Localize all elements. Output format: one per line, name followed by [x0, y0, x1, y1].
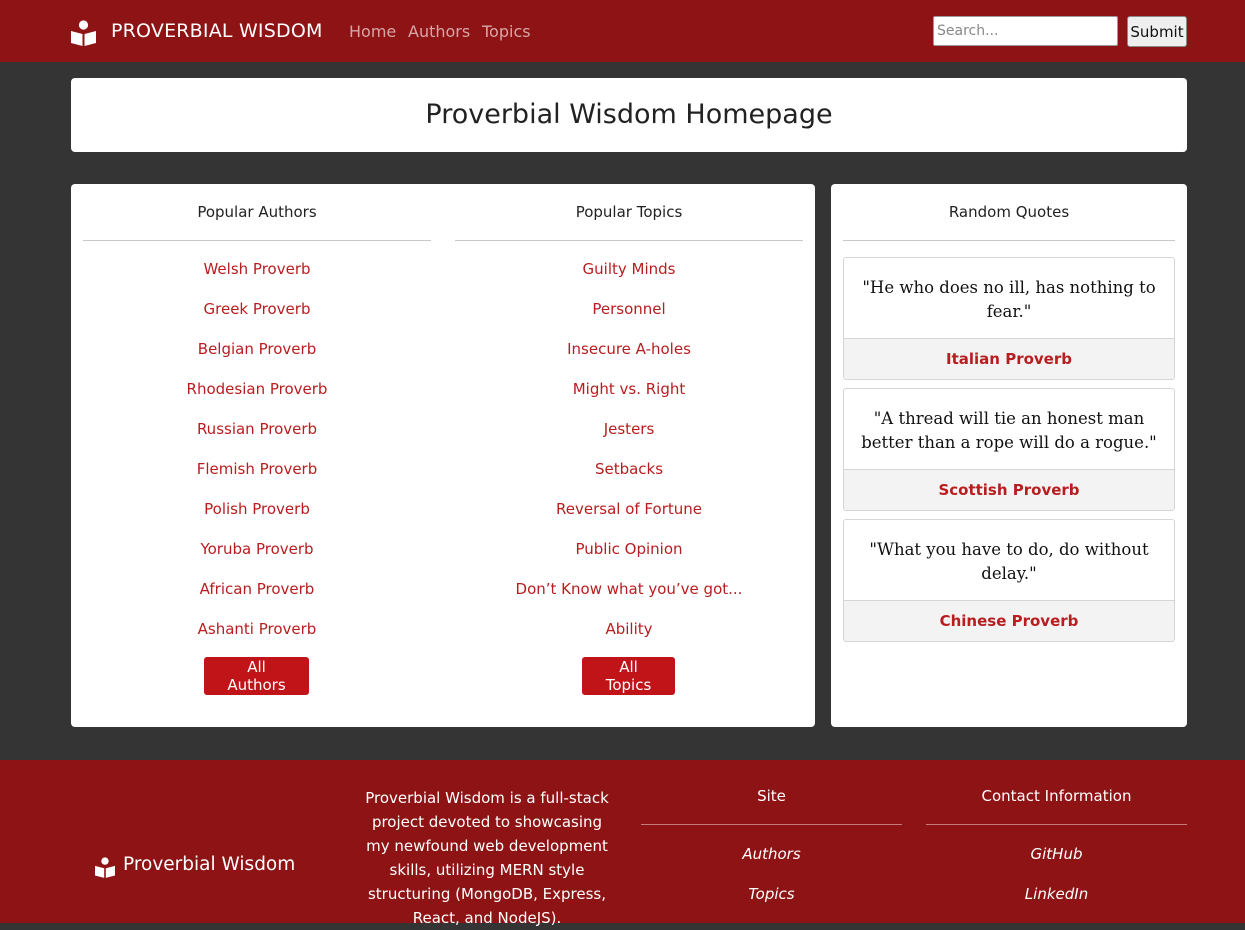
popular-topics-section: Popular Topics Guilty Minds Personnel In…: [455, 184, 803, 659]
popular-authors-list: Welsh Proverb Greek Proverb Belgian Prov…: [83, 259, 431, 659]
nav-topics[interactable]: Topics: [482, 22, 531, 41]
list-item: Authors: [641, 844, 902, 884]
popular-topics-heading: Popular Topics: [455, 184, 803, 241]
footer-contact-heading: Contact Information: [926, 786, 1187, 825]
nav-authors[interactable]: Authors: [408, 22, 470, 41]
list-item: LinkedIn: [926, 884, 1187, 924]
list-item: Flemish Proverb: [83, 459, 431, 499]
popular-card: Popular Authors Welsh Proverb Greek Prov…: [71, 184, 815, 727]
author-link[interactable]: Russian Proverb: [197, 419, 317, 439]
footer-github-link[interactable]: GitHub: [1031, 845, 1083, 863]
search-submit-button[interactable]: Submit: [1127, 16, 1187, 47]
popular-authors-section: Popular Authors Welsh Proverb Greek Prov…: [83, 184, 431, 659]
list-item: Don’t Know what you’ve got...: [455, 579, 803, 619]
list-item: Belgian Proverb: [83, 339, 431, 379]
popular-authors-heading: Popular Authors: [83, 184, 431, 241]
list-item: Jesters: [455, 419, 803, 459]
list-item: Topics: [641, 884, 902, 924]
author-link[interactable]: Yoruba Proverb: [200, 539, 313, 559]
footer: Proverbial Wisdom Proverbial Wisdom is a…: [0, 760, 1245, 927]
quote-author-link[interactable]: Chinese Proverb: [844, 600, 1174, 641]
quote-author-link[interactable]: Italian Proverb: [844, 338, 1174, 379]
topic-link[interactable]: Reversal of Fortune: [556, 499, 702, 519]
footer-authors-link[interactable]: Authors: [742, 845, 800, 863]
topic-link[interactable]: Setbacks: [595, 459, 663, 479]
list-item: Rhodesian Proverb: [83, 379, 431, 419]
footer-contact-section: Contact Information GitHub LinkedIn: [926, 786, 1187, 924]
quote-text: "He who does no ill, has nothing to fear…: [862, 278, 1156, 321]
quote-text: "What you have to do, do without delay.": [869, 540, 1149, 583]
footer-site-links: Authors Topics: [641, 844, 902, 924]
list-item: Yoruba Proverb: [83, 539, 431, 579]
topic-link[interactable]: Might vs. Right: [573, 379, 686, 399]
list-item: Guilty Minds: [455, 259, 803, 299]
navbar: PROVERBIAL WISDOM Home Authors Topics Su…: [0, 0, 1245, 62]
list-item: Ashanti Proverb: [83, 619, 431, 659]
list-item: GitHub: [926, 844, 1187, 884]
list-item: Reversal of Fortune: [455, 499, 803, 539]
list-item: Insecure A-holes: [455, 339, 803, 379]
author-link[interactable]: Polish Proverb: [204, 499, 310, 519]
topic-link[interactable]: Guilty Minds: [583, 259, 676, 279]
search-input[interactable]: [933, 16, 1118, 46]
author-link[interactable]: Belgian Proverb: [198, 339, 316, 359]
nav-home[interactable]: Home: [349, 22, 396, 41]
footer-about-text: Proverbial Wisdom is a full-stack projec…: [365, 789, 609, 927]
all-topics-button[interactable]: All Topics: [582, 657, 675, 695]
footer-contact-links: GitHub LinkedIn: [926, 844, 1187, 924]
footer-site-section: Site Authors Topics: [641, 786, 902, 924]
quote-card: "He who does no ill, has nothing to fear…: [843, 257, 1175, 380]
list-item: Public Opinion: [455, 539, 803, 579]
list-item: Welsh Proverb: [83, 259, 431, 299]
list-item: Ability: [455, 619, 803, 659]
list-item: Might vs. Right: [455, 379, 803, 419]
author-link[interactable]: Ashanti Proverb: [198, 619, 317, 639]
list-item: Polish Proverb: [83, 499, 431, 539]
quote-card: "A thread will tie an honest man better …: [843, 388, 1175, 511]
footer-linkedin-link[interactable]: LinkedIn: [1025, 885, 1088, 903]
author-link[interactable]: Flemish Proverb: [197, 459, 317, 479]
topic-link[interactable]: Insecure A-holes: [567, 339, 691, 359]
random-quotes-card: Random Quotes "He who does no ill, has n…: [831, 184, 1187, 727]
random-quotes-heading: Random Quotes: [843, 184, 1175, 241]
footer-topics-link[interactable]: Topics: [748, 885, 794, 903]
list-item: Personnel: [455, 299, 803, 339]
page-header-card: Proverbial Wisdom Homepage: [71, 78, 1187, 152]
popular-topics-list: Guilty Minds Personnel Insecure A-holes …: [455, 259, 803, 659]
topic-link[interactable]: Public Opinion: [575, 539, 682, 559]
footer-site-heading: Site: [641, 786, 902, 825]
footer-brand[interactable]: Proverbial Wisdom: [123, 854, 295, 875]
list-item: African Proverb: [83, 579, 431, 619]
topic-link[interactable]: Jesters: [604, 419, 655, 439]
quote-author-link[interactable]: Scottish Proverb: [844, 469, 1174, 510]
author-link[interactable]: Rhodesian Proverb: [187, 379, 328, 399]
reader-book-icon: [95, 857, 115, 878]
quote-card: "What you have to do, do without delay."…: [843, 519, 1175, 642]
quote-text: "A thread will tie an honest man better …: [861, 409, 1157, 452]
topic-link[interactable]: Personnel: [592, 299, 665, 319]
topic-link[interactable]: Ability: [605, 619, 652, 639]
list-item: Setbacks: [455, 459, 803, 499]
author-link[interactable]: Welsh Proverb: [203, 259, 310, 279]
page-title: Proverbial Wisdom Homepage: [425, 99, 833, 130]
list-item: Russian Proverb: [83, 419, 431, 459]
reader-book-icon[interactable]: [71, 20, 96, 46]
author-link[interactable]: Greek Proverb: [204, 299, 311, 319]
topic-link[interactable]: Don’t Know what you’ve got...: [516, 579, 743, 599]
all-authors-button[interactable]: All Authors: [204, 657, 309, 695]
brand-title[interactable]: PROVERBIAL WISDOM: [111, 20, 323, 42]
author-link[interactable]: African Proverb: [200, 579, 315, 599]
list-item: Greek Proverb: [83, 299, 431, 339]
